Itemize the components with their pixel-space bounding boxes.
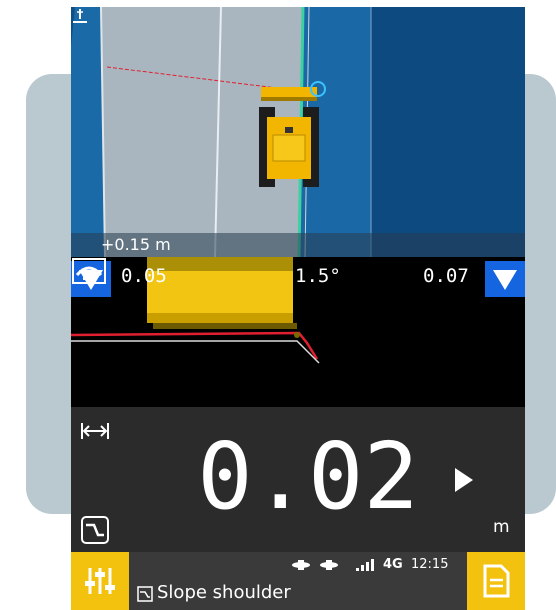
profile-icon[interactable] <box>80 515 110 545</box>
profile-view[interactable]: 0.05 1.5° 0.07 <box>71 257 525 407</box>
triangle-down-icon <box>493 270 517 290</box>
width-arrows-icon[interactable] <box>80 419 110 443</box>
gnss-icon <box>320 560 338 570</box>
cross-slope-value: 1.5° <box>295 265 341 287</box>
right-nudge-button[interactable] <box>485 261 525 297</box>
machine-display: +0.15 m 0.05 1.5° 0.07 0.02 m 4G 12:15 S… <box>71 7 525 610</box>
report-button[interactable] <box>467 552 525 610</box>
unit-label: m <box>493 517 510 537</box>
main-value: 0.02 <box>197 423 419 530</box>
clock: 12:15 <box>411 557 449 572</box>
height-offset-icon <box>73 9 87 23</box>
settings-sliders-icon <box>85 568 115 594</box>
slope-shoulder-icon <box>137 586 153 602</box>
play-icon[interactable] <box>452 465 476 495</box>
status-row: 4G 12:15 <box>283 556 463 576</box>
plan-view[interactable]: +0.15 m <box>71 7 525 257</box>
main-readout: 0.02 m <box>71 407 525 552</box>
gnss-icon <box>292 560 310 570</box>
signal-icon <box>356 559 374 571</box>
mode-label[interactable]: Slope shoulder <box>157 582 291 603</box>
plan-view-canvas <box>71 7 525 257</box>
settings-button[interactable] <box>71 552 129 610</box>
right-edge-value: 0.07 <box>423 265 469 287</box>
left-edge-value: 0.05 <box>121 265 167 287</box>
report-icon <box>483 564 510 598</box>
bottom-bar: 4G 12:15 Slope shoulder <box>71 552 525 610</box>
height-offset-value: +0.15 m <box>101 235 171 254</box>
network-label: 4G <box>383 557 403 572</box>
cross-slope-icon <box>72 258 106 284</box>
